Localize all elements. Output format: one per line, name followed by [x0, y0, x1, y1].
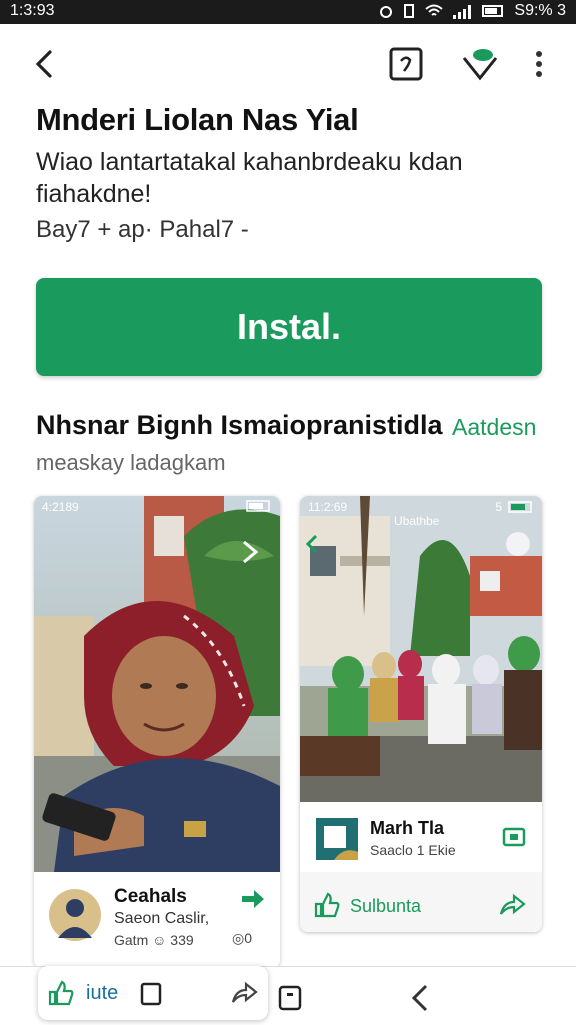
- tag-button[interactable]: [388, 46, 424, 82]
- app-logo-icon: [316, 818, 358, 860]
- pill-label[interactable]: iute: [86, 982, 118, 1005]
- forward-icon[interactable]: [240, 888, 266, 910]
- more-vert-icon: [536, 51, 542, 77]
- status-icons: S9:% 3: [378, 2, 566, 20]
- signal-icon: [453, 5, 472, 19]
- share-icon[interactable]: [230, 980, 258, 1004]
- bookmark-square-icon[interactable]: [140, 982, 162, 1006]
- wifi-icon: [425, 4, 444, 16]
- card-2-action-label[interactable]: Sulbunta: [350, 896, 421, 917]
- screenshot-card-2[interactable]: 11:2:69 5 Ubathbe Marh Tla Saaclo 1 Ekie…: [300, 496, 542, 932]
- section-see-all-link[interactable]: Aatdesn: [452, 414, 536, 441]
- app-description: Wiao lantartatakal kahanbrdeaku kdan fia…: [36, 148, 463, 208]
- card-1-title: Ceahals: [114, 886, 187, 907]
- tag-icon: [389, 47, 423, 81]
- vibrate-icon: [404, 4, 415, 18]
- status-bar: 1:3:93 S9:% 3: [0, 0, 576, 24]
- card-1-mini-time: 4:2189: [42, 500, 79, 514]
- alarm-icon: [380, 6, 393, 18]
- status-battery-text: S9:% 3: [514, 2, 566, 19]
- app-bar: [0, 40, 576, 90]
- card-photo-woman-phone: [34, 496, 280, 872]
- bottom-action-pill: iute: [38, 966, 268, 1020]
- card-1-meta: Gatm ☺ 339: [114, 932, 194, 948]
- open-icon[interactable]: [502, 826, 526, 848]
- card-1-footer: Ceahals Saeon Caslir, Gatm ☺ 339 ◎0: [34, 872, 280, 968]
- mini-battery-icon: [246, 500, 270, 512]
- app-title: Mnderi Liolan Nas Yial: [36, 102, 359, 137]
- card-1-meta-right: ◎0: [232, 930, 253, 946]
- mini-battery-icon: [508, 501, 532, 513]
- thumb-up-icon[interactable]: [48, 980, 74, 1006]
- square-icon[interactable]: [278, 985, 302, 1011]
- back-button[interactable]: [26, 46, 62, 82]
- back-icon: [35, 50, 52, 78]
- avatar: [49, 889, 101, 941]
- thumb-up-icon[interactable]: [314, 892, 340, 918]
- share-icon[interactable]: [498, 892, 526, 916]
- battery-icon: [482, 5, 504, 17]
- app-meta: Bay7 + ap· Pahal7 -: [36, 216, 249, 243]
- wishlist-button[interactable]: [460, 44, 500, 84]
- card-1-subtitle: Saeon Caslir,: [114, 910, 210, 927]
- status-time: 1:3:93: [10, 2, 55, 19]
- card-2-footer: Marh Tla Saaclo 1 Ekie Sulbunta: [300, 802, 542, 932]
- section-subtitle: measkay ladagkam: [36, 450, 226, 475]
- diamond-icon: [462, 49, 498, 81]
- section-title: Nhsnar Bignh Ismaiopranistidla: [36, 410, 443, 440]
- card-2-subtitle: Saaclo 1 Ekie: [370, 842, 456, 858]
- card-2-info-row: Marh Tla Saaclo 1 Ekie: [300, 802, 542, 872]
- card-2-mini-right: 5: [495, 500, 502, 514]
- card-2-image-text: Ubathbe: [394, 514, 440, 528]
- install-button[interactable]: Instal.: [36, 278, 542, 376]
- card-2-mini-time: 11:2:69: [308, 500, 348, 514]
- card-2-action-row: Sulbunta: [300, 880, 542, 930]
- chevron-left-icon[interactable]: [410, 983, 430, 1013]
- card-1-mini-status: 4:2189: [34, 496, 280, 518]
- more-button[interactable]: [526, 46, 552, 82]
- card-2-title: Marh Tla: [370, 818, 445, 838]
- screenshot-card-1[interactable]: 4:2189 Ceahals Saeon Caslir, Gatm ☺ 339 …: [34, 496, 280, 968]
- card-photo-women-group: [300, 496, 542, 802]
